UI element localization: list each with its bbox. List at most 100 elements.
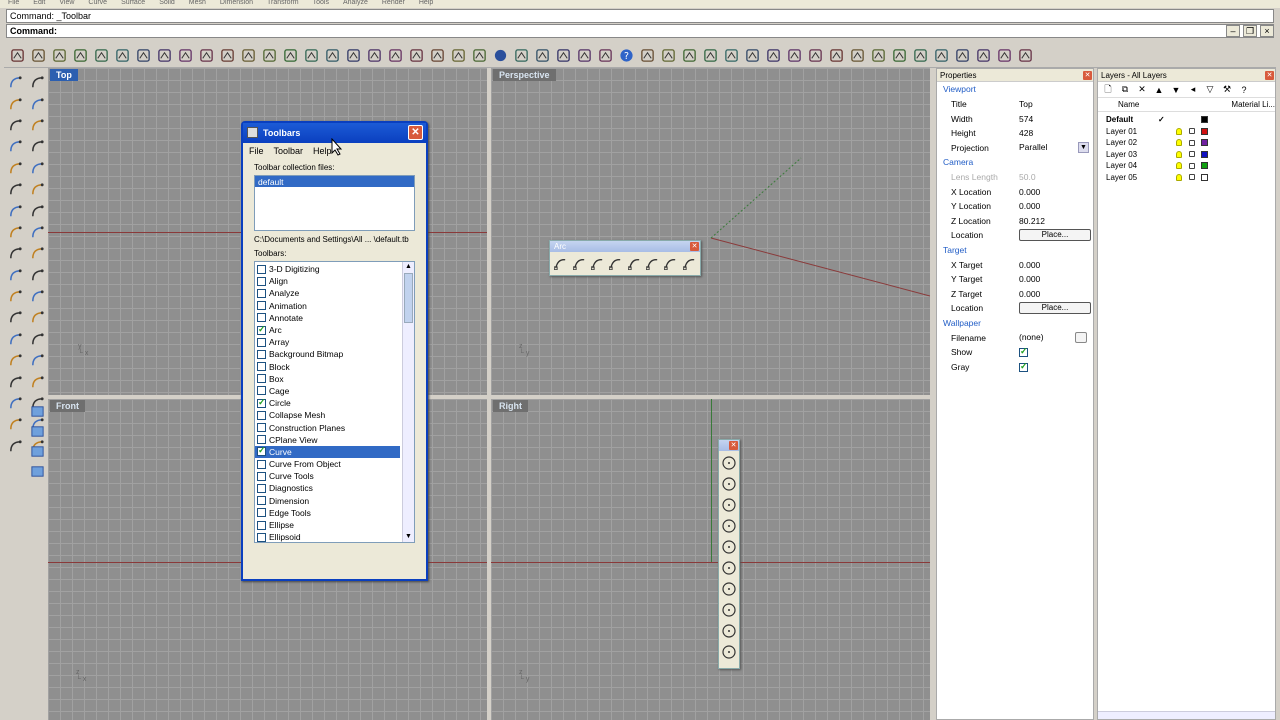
arc-tangent-icon[interactable] bbox=[590, 255, 605, 271]
solid-icon[interactable] bbox=[28, 202, 46, 220]
lights-icon[interactable] bbox=[575, 47, 593, 65]
help-icon[interactable]: ? bbox=[617, 47, 635, 65]
cut-icon[interactable] bbox=[113, 47, 131, 65]
layer-color-swatch[interactable] bbox=[1200, 127, 1208, 135]
camera-place-button[interactable]: Place... bbox=[1019, 229, 1091, 242]
layer-row[interactable]: Layer 01 bbox=[1098, 126, 1275, 138]
toolbar-checkbox[interactable] bbox=[257, 337, 266, 347]
tools-icon[interactable]: ⚒ bbox=[1220, 84, 1234, 95]
toolbar-list-item[interactable]: Curve Tools bbox=[255, 470, 400, 482]
circle-3pt-icon[interactable] bbox=[721, 497, 737, 514]
close-icon[interactable]: ✕ bbox=[729, 441, 738, 450]
viewport-label-right[interactable]: Right bbox=[493, 400, 528, 412]
rect-4-icon[interactable] bbox=[701, 47, 719, 65]
target-place-button[interactable]: Place... bbox=[1019, 302, 1091, 315]
toolbar-list-item[interactable]: Background Bitmap bbox=[255, 348, 400, 360]
toolbar-list-item[interactable]: Block bbox=[255, 361, 400, 373]
line-10-icon[interactable] bbox=[974, 47, 992, 65]
polyline-2-icon[interactable] bbox=[764, 47, 782, 65]
osnap-icon[interactable] bbox=[386, 47, 404, 65]
rectangle-icon[interactable] bbox=[28, 95, 46, 113]
section-wallpaper[interactable]: Wallpaper bbox=[937, 316, 1093, 331]
print-icon[interactable] bbox=[71, 47, 89, 65]
browse-button[interactable] bbox=[1075, 332, 1087, 344]
line-6-icon[interactable] bbox=[890, 47, 908, 65]
menu-help[interactable]: Help bbox=[313, 146, 332, 156]
select-points-icon[interactable] bbox=[407, 47, 425, 65]
viewport-right[interactable]: Right z └ y bbox=[491, 399, 930, 720]
arc-fillet-icon[interactable] bbox=[663, 255, 678, 271]
arc-3pt-icon[interactable] bbox=[571, 255, 586, 271]
layer-icon[interactable] bbox=[6, 416, 24, 434]
zebra-icon[interactable] bbox=[28, 462, 46, 480]
toolbar-checkbox[interactable] bbox=[257, 264, 266, 274]
boolean-icon[interactable] bbox=[28, 245, 46, 263]
menu-view[interactable]: View bbox=[59, 0, 74, 8]
toolbar-list-item[interactable]: Edge Tools bbox=[255, 507, 400, 519]
box-icon[interactable] bbox=[6, 202, 24, 220]
close-icon[interactable]: ✕ bbox=[1265, 71, 1274, 80]
toolbar-list-item[interactable]: Analyze bbox=[255, 287, 400, 299]
shaded-icon[interactable] bbox=[533, 47, 551, 65]
visibility-bulb-icon[interactable] bbox=[1176, 173, 1182, 181]
layer-name[interactable]: Layer 05 bbox=[1098, 173, 1158, 182]
sweep-icon[interactable] bbox=[28, 223, 46, 241]
menu-surface[interactable]: Surface bbox=[121, 0, 145, 8]
options-icon[interactable] bbox=[596, 47, 614, 65]
zoom-selected-icon[interactable] bbox=[281, 47, 299, 65]
close-icon[interactable]: ✕ bbox=[1083, 71, 1092, 80]
section-target[interactable]: Target bbox=[937, 243, 1093, 258]
text-icon[interactable] bbox=[6, 373, 24, 391]
offset-icon[interactable] bbox=[28, 159, 46, 177]
cplane-icon[interactable] bbox=[365, 47, 383, 65]
circle-around-icon[interactable] bbox=[721, 539, 737, 556]
rect-icon[interactable] bbox=[638, 47, 656, 65]
viewport-perspective[interactable]: Perspective z └ y bbox=[491, 68, 930, 395]
layer-name[interactable]: Layer 02 bbox=[1098, 138, 1158, 147]
toolbar-checkbox[interactable] bbox=[257, 276, 266, 286]
open-folder-icon[interactable] bbox=[29, 47, 47, 65]
layer-row[interactable]: Layer 02 bbox=[1098, 137, 1275, 149]
lock-icon[interactable] bbox=[1189, 174, 1195, 181]
line-icon[interactable] bbox=[785, 47, 803, 65]
close-button[interactable]: × bbox=[1260, 25, 1274, 37]
collection-item[interactable]: default bbox=[255, 176, 414, 187]
toolbar-list-item[interactable]: Box bbox=[255, 373, 400, 385]
toolbar-checkbox[interactable] bbox=[257, 435, 266, 445]
toolbar-checkbox[interactable] bbox=[257, 459, 266, 469]
menu-curve[interactable]: Curve bbox=[88, 0, 107, 8]
line-8-icon[interactable] bbox=[932, 47, 950, 65]
arc-start-end-icon[interactable] bbox=[608, 255, 623, 271]
cplane-tool-icon[interactable] bbox=[28, 422, 46, 440]
toolbar-list-item[interactable]: Diagnostics bbox=[255, 482, 400, 494]
minimize-button[interactable]: – bbox=[1226, 25, 1240, 37]
prop-title-value[interactable]: Top bbox=[1017, 99, 1093, 109]
layer-color-swatch[interactable] bbox=[1200, 139, 1208, 147]
collection-listbox[interactable]: default bbox=[254, 175, 415, 231]
layer-name[interactable]: Layer 03 bbox=[1098, 150, 1158, 159]
scroll-thumb[interactable] bbox=[404, 273, 413, 323]
prop-height-value[interactable]: 428 bbox=[1017, 128, 1093, 138]
toolbar-checkbox[interactable] bbox=[257, 362, 266, 372]
pan-icon[interactable] bbox=[197, 47, 215, 65]
line-5-icon[interactable] bbox=[869, 47, 887, 65]
curve-icon[interactable] bbox=[6, 138, 24, 156]
shade-icon[interactable] bbox=[512, 47, 530, 65]
polyline-icon[interactable] bbox=[6, 95, 24, 113]
col-material[interactable]: Material Li... bbox=[1227, 100, 1275, 109]
line-7-icon[interactable] bbox=[911, 47, 929, 65]
lock-icon[interactable] bbox=[1189, 128, 1195, 135]
save-icon[interactable] bbox=[50, 47, 68, 65]
menu-tools[interactable]: Tools bbox=[313, 0, 329, 8]
dimension-icon[interactable] bbox=[6, 288, 24, 306]
menu-mesh[interactable]: Mesh bbox=[189, 0, 206, 8]
toolbar-checkbox[interactable] bbox=[257, 496, 266, 506]
cylinder-icon[interactable] bbox=[6, 223, 24, 241]
restore-button[interactable]: ❐ bbox=[1243, 25, 1257, 37]
circle-vertical-icon[interactable] bbox=[721, 581, 737, 598]
toolbars-listbox[interactable]: 3-D Digitizing Align Analyze Animation Annot… bbox=[254, 261, 415, 543]
toolbar-list-item[interactable]: Align bbox=[255, 275, 400, 287]
toolbar-list-item[interactable]: Dimension bbox=[255, 495, 400, 507]
transform-icon[interactable] bbox=[28, 288, 46, 306]
menu-dimension[interactable]: Dimension bbox=[220, 0, 253, 8]
